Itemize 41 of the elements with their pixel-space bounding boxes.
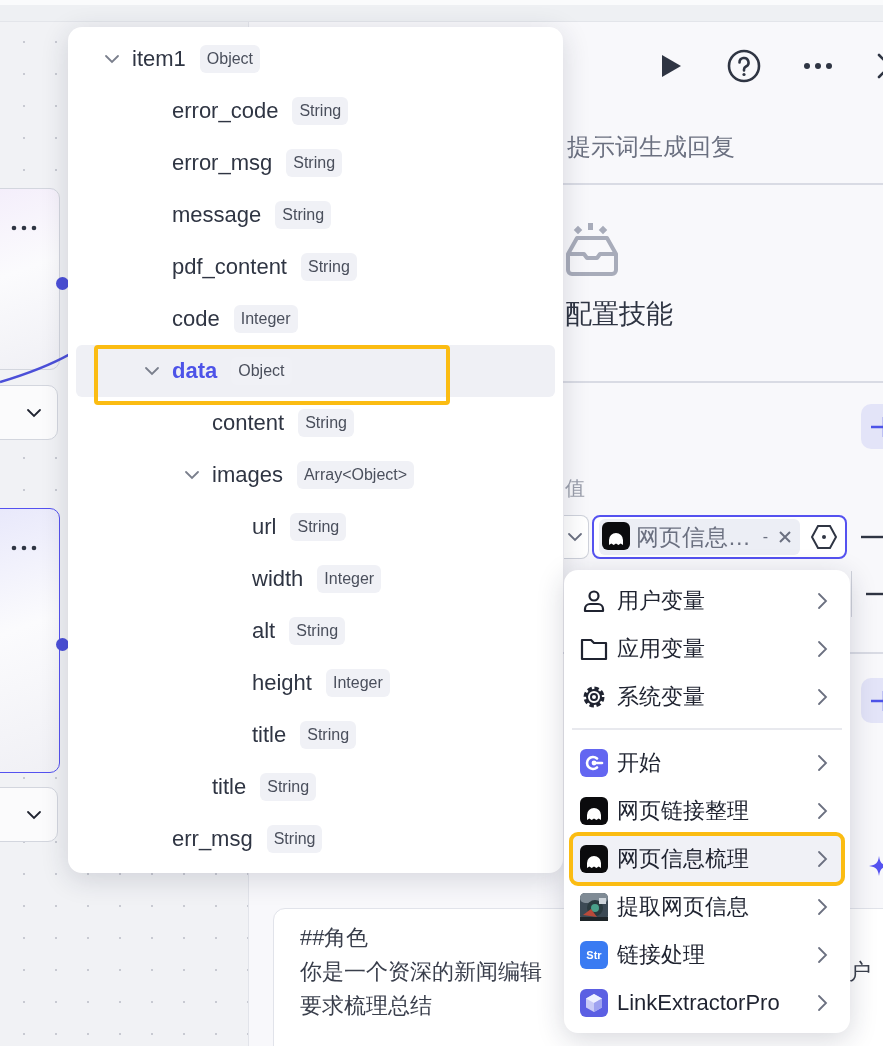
node-description: 提示词生成回复 — [567, 131, 735, 162]
field-name: error_msg — [172, 150, 273, 176]
chip-suffix: - — [762, 528, 768, 546]
field-name: error_code — [172, 98, 279, 124]
field-label: 值 — [565, 476, 586, 497]
field-name: height — [252, 670, 312, 696]
plugin-logo: Str — [580, 941, 608, 969]
type-tag: Integer — [233, 305, 298, 333]
field-name: err_msg — [172, 826, 253, 852]
section-title: 配置技能 — [565, 298, 674, 331]
type-tag: String — [298, 409, 354, 437]
field-name: content — [212, 410, 285, 436]
field-name: title — [212, 774, 247, 800]
field-name: data — [172, 358, 218, 384]
type-tag: Integer — [317, 565, 382, 593]
type-tag: String — [292, 97, 349, 125]
field-name: item1 — [132, 46, 186, 72]
field-name: alt — [252, 618, 276, 644]
type-tag: String — [301, 253, 357, 281]
type-tag: String — [266, 825, 323, 853]
type-tag: String — [286, 149, 343, 177]
type-tag: Object — [199, 45, 261, 73]
field-name: images — [212, 462, 283, 488]
field-name: url — [252, 514, 277, 540]
prompt-line: 户 — [849, 958, 871, 986]
prompt-line: 你是一个资深的新闻编辑 — [300, 958, 542, 986]
type-tag: String — [300, 721, 357, 749]
type-tag: String — [260, 773, 317, 801]
field-name: width — [252, 566, 304, 592]
type-tag: String — [290, 513, 347, 541]
field-name: code — [172, 306, 220, 332]
prompt-line: 要求梳理总结 — [300, 992, 432, 1020]
field-name: title — [252, 722, 287, 748]
type-tag: String — [289, 617, 346, 645]
field-name: pdf_content — [172, 254, 287, 280]
chip-label: 网页信息… — [635, 522, 751, 552]
type-tag: Integer — [325, 669, 390, 697]
type-tag: String — [275, 201, 332, 229]
prompt-line: ##角色 — [300, 924, 369, 952]
field-name: message — [172, 202, 262, 228]
type-tag: Array<Object> — [296, 461, 415, 489]
